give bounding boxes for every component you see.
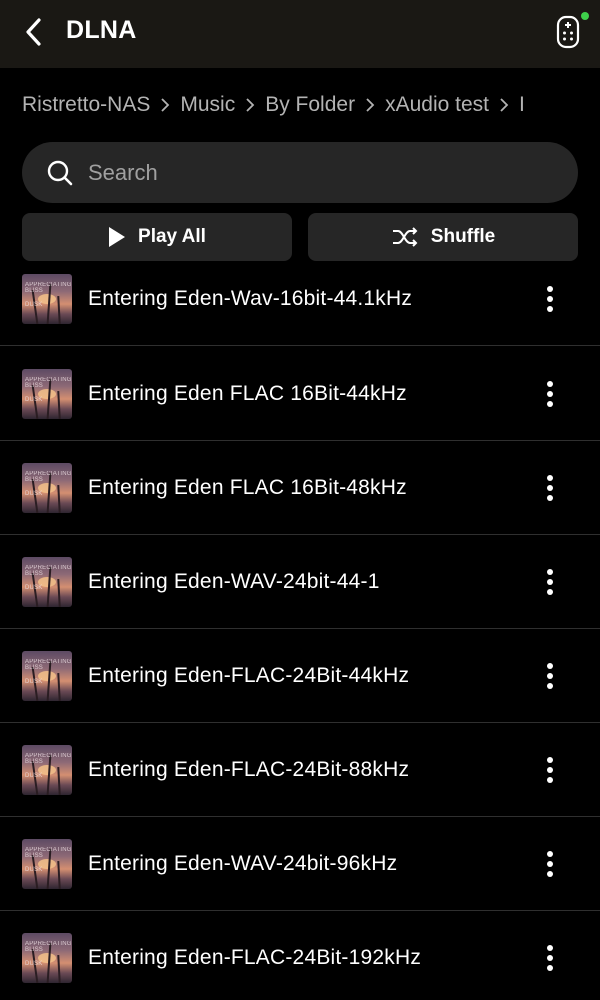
chevron-right-icon <box>245 97 255 113</box>
chevron-right-icon <box>499 97 509 113</box>
status-dot <box>581 12 589 20</box>
album-art: APPRECIATING BLISS DUSK <box>22 650 72 701</box>
album-art: APPRECIATING BLISS DUSK <box>22 932 72 983</box>
more-options-button[interactable] <box>530 938 570 978</box>
album-art-text: BLISS <box>25 476 44 483</box>
track-title: Entering Eden FLAC 16Bit-48kHz <box>88 475 407 499</box>
album-art-text: DUSK <box>25 396 43 403</box>
track-title: Entering Eden-FLAC-24Bit-192kHz <box>88 945 422 969</box>
track-title: Entering Eden-Wav-16bit-44.1kHz <box>88 286 413 310</box>
album-art-text: DUSK <box>25 678 43 685</box>
album-art-text: APPRECIATING <box>25 752 72 759</box>
more-vertical-icon <box>547 568 553 595</box>
album-art: APPRECIATING BLISS DUSK <box>22 744 72 795</box>
breadcrumb: Ristretto-NAS Music By Folder xAudio test I <box>22 90 600 120</box>
album-art-text: APPRECIATING <box>25 281 72 288</box>
track-row[interactable]: APPRECIATING BLISS DUSK Entering Eden-FLAC-… <box>0 723 600 817</box>
more-vertical-icon <box>547 380 553 407</box>
back-button[interactable] <box>14 12 54 52</box>
more-options-button[interactable] <box>530 750 570 790</box>
album-art-text: APPRECIATING <box>25 940 72 947</box>
more-options-button[interactable] <box>530 468 570 508</box>
track-title: Entering Eden-WAV-24bit-96kHz <box>88 851 398 875</box>
album-art-text: BLISS <box>25 570 44 577</box>
play-icon <box>108 226 126 248</box>
track-row[interactable]: APPRECIATING BLISS DUSK Entering Eden-FLAC-… <box>0 629 600 723</box>
more-vertical-icon <box>547 285 553 312</box>
breadcrumb-item[interactable]: By Folder <box>265 93 355 117</box>
album-art-text: BLISS <box>25 287 44 294</box>
album-art-text: BLISS <box>25 946 44 953</box>
remote-control-icon <box>556 15 580 49</box>
play-all-label: Play All <box>138 226 206 247</box>
album-art-text: BLISS <box>25 382 44 389</box>
album-art-text: DUSK <box>25 960 43 967</box>
chevron-right-icon <box>365 97 375 113</box>
album-art: APPRECIATING BLISS DUSK <box>22 556 72 607</box>
album-art: APPRECIATING BLISS DUSK <box>22 368 72 419</box>
album-art: APPRECIATING BLISS DUSK <box>22 838 72 889</box>
more-options-button[interactable] <box>530 562 570 602</box>
album-art: APPRECIATING BLISS DUSK <box>22 273 72 324</box>
album-art-text: DUSK <box>25 584 43 591</box>
chevron-right-icon <box>160 97 170 113</box>
track-title: Entering Eden FLAC 16Bit-44kHz <box>88 381 407 405</box>
more-options-button[interactable] <box>530 844 570 884</box>
album-art-text: APPRECIATING <box>25 470 72 477</box>
track-row[interactable]: APPRECIATING BLISS DUSK Entering Eden-WAV-2… <box>0 535 600 629</box>
track-row[interactable]: APPRECIATING BLISS DUSK Entering Eden-Wav-1… <box>0 272 600 346</box>
more-options-button[interactable] <box>530 279 570 319</box>
play-all-button[interactable]: Play All <box>22 213 292 261</box>
more-options-button[interactable] <box>530 374 570 414</box>
track-list: APPRECIATING BLISS DUSK Entering Eden-Wav-1… <box>0 272 600 1000</box>
breadcrumb-item[interactable]: I <box>519 93 525 117</box>
album-art-text: APPRECIATING <box>25 564 72 571</box>
album-art-text: DUSK <box>25 772 43 779</box>
album-art-text: BLISS <box>25 852 44 859</box>
breadcrumb-item[interactable]: Ristretto-NAS <box>22 93 150 117</box>
album-art-text: BLISS <box>25 758 44 765</box>
track-row[interactable]: APPRECIATING BLISS DUSK Entering Eden FLAC … <box>0 347 600 441</box>
more-vertical-icon <box>547 474 553 501</box>
search-input[interactable] <box>88 159 528 186</box>
album-art-text: DUSK <box>25 301 43 308</box>
album-art-text: APPRECIATING <box>25 846 72 853</box>
page-title: DLNA <box>66 16 137 44</box>
album-art-text: DUSK <box>25 866 43 873</box>
album-art-text: BLISS <box>25 664 44 671</box>
search-icon <box>47 160 73 185</box>
search-bar[interactable] <box>22 142 578 203</box>
track-title: Entering Eden-FLAC-24Bit-88kHz <box>88 757 410 781</box>
album-art: APPRECIATING BLISS DUSK <box>22 462 72 513</box>
track-row[interactable]: APPRECIATING BLISS DUSK Entering Eden FLAC … <box>0 441 600 535</box>
shuffle-label: Shuffle <box>430 226 496 247</box>
breadcrumb-item[interactable]: xAudio test <box>385 93 489 117</box>
more-vertical-icon <box>547 850 553 877</box>
more-vertical-icon <box>547 756 553 783</box>
breadcrumb-item[interactable]: Music <box>180 93 235 117</box>
more-vertical-icon <box>547 944 553 971</box>
album-art-text: DUSK <box>25 490 43 497</box>
more-options-button[interactable] <box>530 656 570 696</box>
more-vertical-icon <box>547 662 553 689</box>
shuffle-button[interactable]: Shuffle <box>308 213 578 261</box>
track-title: Entering Eden-WAV-24bit-44-1 <box>88 569 380 593</box>
track-row[interactable]: APPRECIATING BLISS DUSK Entering Eden-WAV-2… <box>0 817 600 911</box>
track-title: Entering Eden-FLAC-24Bit-44kHz <box>88 663 410 687</box>
chevron-left-icon <box>26 18 41 46</box>
shuffle-icon <box>391 227 419 247</box>
album-art-text: APPRECIATING <box>25 658 72 665</box>
top-bar: DLNA <box>0 0 600 68</box>
track-row[interactable]: APPRECIATING BLISS DUSK Entering Eden-FLAC-… <box>0 911 600 1000</box>
album-art-text: APPRECIATING <box>25 376 72 383</box>
